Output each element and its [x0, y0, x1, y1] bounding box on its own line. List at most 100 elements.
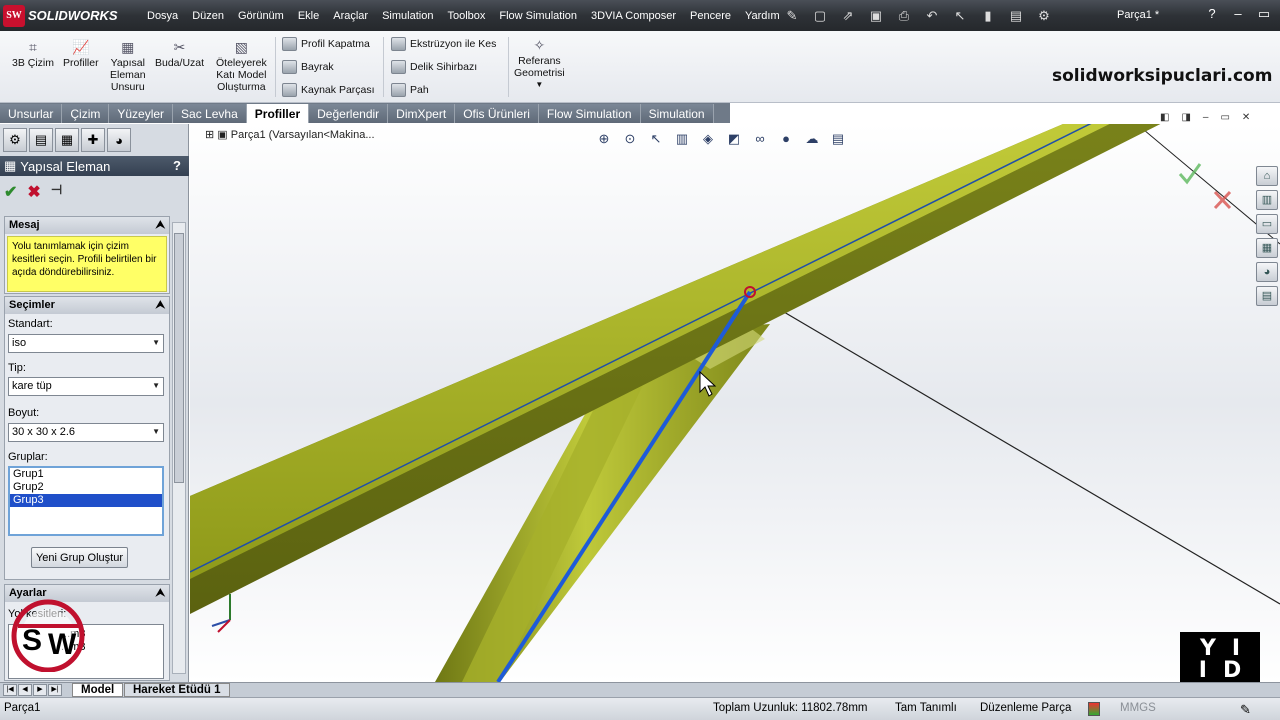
- trim-extend-button[interactable]: ✂ Buda/Uzat: [155, 39, 204, 69]
- cancel-x-icon[interactable]: ✖: [27, 182, 40, 202]
- viewport-minimize-icon[interactable]: –: [1203, 112, 1209, 123]
- solidworks-logo[interactable]: SW SOLIDWORKS: [3, 4, 125, 27]
- list-item[interactable]: Grup1: [10, 468, 162, 481]
- zoom-to-fit-icon[interactable]: ⊕: [595, 130, 613, 148]
- new-group-button[interactable]: Yeni Grup Oluştur: [31, 547, 128, 568]
- menu-flow-simulation[interactable]: Flow Simulation: [492, 10, 584, 22]
- chamfer-button[interactable]: Pah: [391, 83, 429, 97]
- next-tab-icon[interactable]: ▶: [33, 684, 47, 696]
- tab-weldments[interactable]: Profiller: [246, 104, 310, 123]
- graphics-area[interactable]: ⊞ ▣ Parça1 (Varsayılan<Makina... ⊕ ⊙ ↖ ▥…: [190, 124, 1280, 682]
- help-button[interactable]: ?: [173, 158, 181, 173]
- scrollbar-thumb[interactable]: [174, 233, 184, 483]
- gusset-button[interactable]: Bayrak: [282, 60, 334, 74]
- groups-list[interactable]: Grup1 Grup2 Grup3: [8, 466, 164, 536]
- weld-bead-button[interactable]: Kaynak Parçası: [282, 83, 375, 97]
- apply-scene-icon[interactable]: ☁: [803, 130, 821, 148]
- home-icon[interactable]: ⌂: [1256, 166, 1278, 186]
- menu-simulation[interactable]: Simulation: [375, 10, 440, 22]
- tab-surfaces[interactable]: Yüzeyler: [109, 104, 174, 123]
- pm-scrollbar[interactable]: [172, 222, 186, 674]
- tab-flow-simulation[interactable]: Flow Simulation: [538, 104, 641, 123]
- structural-member-button[interactable]: ▦ Yapısal Eleman Unsuru: [110, 39, 146, 93]
- last-tab-icon[interactable]: ▶|: [48, 684, 62, 696]
- tab-sheet-metal[interactable]: Sac Levha: [173, 104, 247, 123]
- section-view-icon[interactable]: ▥: [673, 130, 691, 148]
- tab-office-products[interactable]: Ofis Ürünleri: [455, 104, 539, 123]
- menu-help[interactable]: Yardım: [738, 10, 787, 22]
- zoom-area-icon[interactable]: ⊙: [621, 130, 639, 148]
- list-item-selected[interactable]: Grup3: [10, 494, 162, 507]
- extruded-cut-button[interactable]: Ekstrüzyon ile Kes: [391, 37, 496, 51]
- prev-tab-icon[interactable]: ◀: [18, 684, 32, 696]
- tab-evaluate[interactable]: Değerlendir: [309, 104, 389, 123]
- restore-icon[interactable]: ▭: [1257, 6, 1271, 22]
- feature-manager-icon[interactable]: ⚙: [3, 128, 27, 152]
- menu-3dvia[interactable]: 3DVIA Composer: [584, 10, 683, 22]
- view-palette-icon[interactable]: ▦: [1256, 238, 1278, 258]
- hide-show-icon[interactable]: ∞: [751, 130, 769, 148]
- viewport-next-icon[interactable]: ◨: [1181, 112, 1190, 123]
- edit-appearance-icon[interactable]: ●: [777, 130, 795, 148]
- open-icon[interactable]: ⇗: [840, 8, 856, 24]
- display-manager-icon[interactable]: ◕: [107, 128, 131, 152]
- tab-dimxpert[interactable]: DimXpert: [388, 104, 456, 123]
- tab-sketch[interactable]: Çizim: [62, 104, 110, 123]
- select-icon[interactable]: ↖: [952, 8, 968, 24]
- tab-model[interactable]: Model: [72, 683, 124, 697]
- menu-view[interactable]: Görünüm: [231, 10, 291, 22]
- file-properties-icon[interactable]: ▤: [1008, 8, 1024, 24]
- dimxpert-manager-icon[interactable]: ✚: [81, 128, 105, 152]
- extruded-boss-button[interactable]: ▧ Öteleyerek Katı Model Oluşturma: [216, 39, 267, 93]
- configuration-manager-icon[interactable]: ▦: [55, 128, 79, 152]
- property-manager-icon[interactable]: ▤: [29, 128, 53, 152]
- menu-tools[interactable]: Araçlar: [326, 10, 375, 22]
- help-icon[interactable]: ?: [1205, 6, 1219, 22]
- pushpin-icon[interactable]: ⊣: [51, 182, 62, 202]
- minimize-icon[interactable]: –: [1231, 6, 1245, 22]
- display-style-icon[interactable]: ◩: [725, 130, 743, 148]
- save-icon[interactable]: ▣: [868, 8, 884, 24]
- design-library-icon[interactable]: ▥: [1256, 190, 1278, 210]
- menu-toolbox[interactable]: Toolbox: [440, 10, 492, 22]
- file-explorer-icon[interactable]: ▭: [1256, 214, 1278, 234]
- menu-window[interactable]: Pencere: [683, 10, 738, 22]
- rebuild-status-icon[interactable]: [1088, 702, 1100, 716]
- menu-insert[interactable]: Ekle: [291, 10, 326, 22]
- sketch3d-button[interactable]: ⌗ 3B Çizim: [12, 39, 54, 69]
- edit-icon[interactable]: ✎: [1240, 702, 1251, 718]
- reference-geometry-button[interactable]: ✧ Referans Geometrisi ▼: [514, 37, 565, 91]
- options-icon[interactable]: ⚙: [1036, 8, 1052, 24]
- profiles-button[interactable]: 📈 Profiller: [63, 39, 99, 69]
- status-units[interactable]: MMGS: [1120, 702, 1156, 714]
- previous-view-icon[interactable]: ↖: [647, 130, 665, 148]
- rebuild-icon[interactable]: ▮: [980, 8, 996, 24]
- feature-tree-root[interactable]: ⊞ ▣ Parça1 (Varsayılan<Makina...: [205, 128, 375, 141]
- selections-header[interactable]: Seçimler ⮝: [5, 297, 169, 314]
- ok-check-icon[interactable]: ✔: [4, 182, 17, 202]
- tab-simulation[interactable]: Simulation: [640, 104, 714, 123]
- viewport-prev-icon[interactable]: ◧: [1160, 112, 1169, 123]
- size-dropdown[interactable]: 30 x 30 x 2.6: [8, 423, 164, 442]
- standard-dropdown[interactable]: iso: [8, 334, 164, 353]
- tab-features[interactable]: Unsurlar: [0, 104, 63, 123]
- end-cap-button[interactable]: Profil Kapatma: [282, 37, 370, 51]
- menu-file[interactable]: Dosya: [140, 10, 185, 22]
- print-icon[interactable]: ⎙: [896, 8, 912, 24]
- list-item[interactable]: Grup2: [10, 481, 162, 494]
- viewport-close-icon[interactable]: ✕: [1242, 112, 1250, 123]
- menu-edit[interactable]: Düzen: [185, 10, 231, 22]
- custom-properties-icon[interactable]: ▤: [1256, 286, 1278, 306]
- collapse-icon[interactable]: ⮝: [156, 587, 165, 600]
- pin-icon[interactable]: ✎: [784, 8, 800, 24]
- message-header[interactable]: Mesaj ⮝: [5, 217, 169, 234]
- undo-icon[interactable]: ↶: [924, 8, 940, 24]
- appearances-icon[interactable]: ◕: [1256, 262, 1278, 282]
- first-tab-icon[interactable]: |◀: [3, 684, 17, 696]
- view-settings-icon[interactable]: ▤: [829, 130, 847, 148]
- new-document-icon[interactable]: ▢: [812, 8, 828, 24]
- viewport-restore-icon[interactable]: ▭: [1220, 112, 1229, 123]
- hole-wizard-button[interactable]: Delik Sihirbazı: [391, 60, 477, 74]
- tab-motion-study[interactable]: Hareket Etüdü 1: [124, 683, 230, 697]
- view-orientation-icon[interactable]: ◈: [699, 130, 717, 148]
